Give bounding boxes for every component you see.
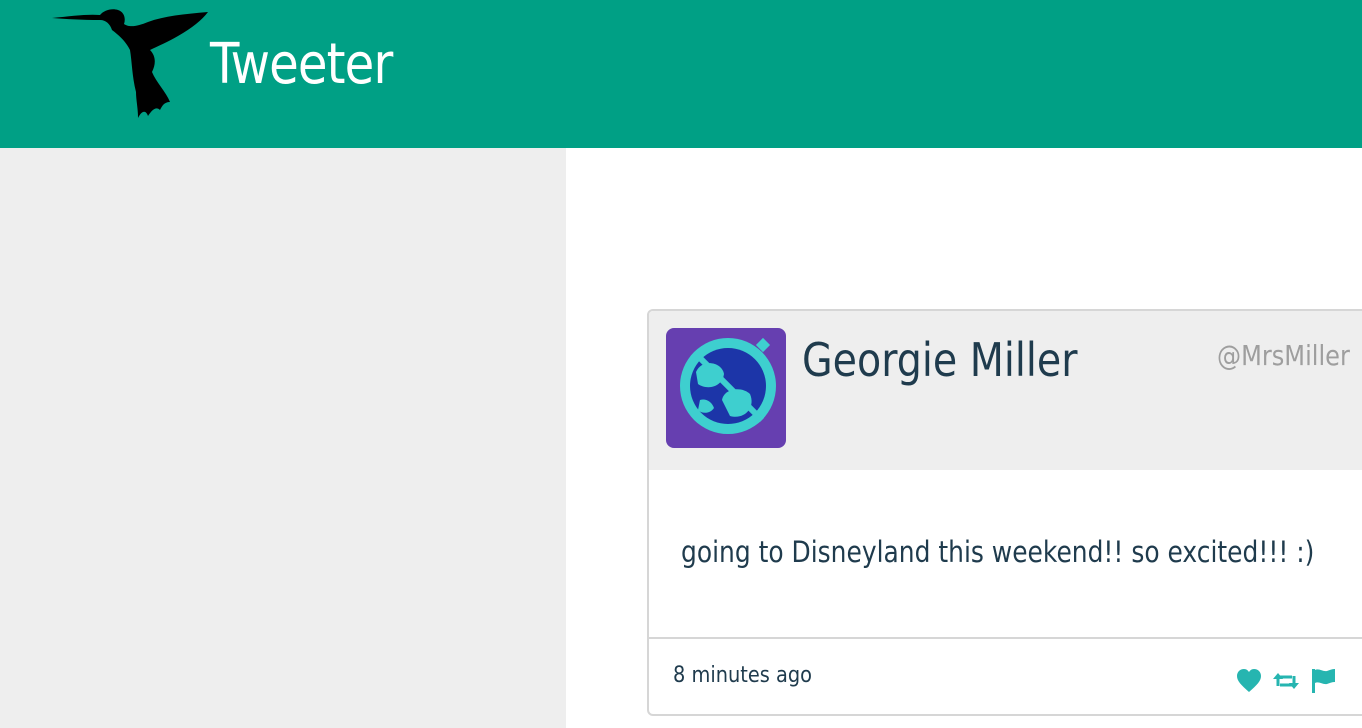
hummingbird-icon [52, 9, 208, 118]
flag-icon [1312, 669, 1335, 693]
like-button[interactable] [1235, 667, 1263, 695]
sidebar-panel [0, 148, 566, 728]
tweet-footer: 8 minutes ago [649, 637, 1362, 714]
tweet-timestamp: 8 minutes ago [673, 663, 812, 688]
author-handle: @MrsMiller [1217, 339, 1350, 372]
tweet-text: going to Disneyland this weekend!! so ex… [681, 535, 1315, 569]
tweet-header: Georgie Miller @MrsMiller [649, 311, 1362, 470]
app-title: Tweeter [210, 32, 393, 97]
tweet-card: Georgie Miller @MrsMiller going to Disne… [647, 309, 1362, 716]
top-bar: Tweeter [0, 0, 1362, 148]
sunglasses-avatar-icon [680, 337, 776, 434]
avatar[interactable] [666, 328, 786, 448]
flag-button[interactable] [1309, 667, 1337, 695]
retweet-icon [1273, 673, 1299, 689]
heart-icon [1237, 669, 1261, 692]
author-name: Georgie Miller [802, 333, 1078, 387]
retweet-button[interactable] [1272, 667, 1300, 695]
